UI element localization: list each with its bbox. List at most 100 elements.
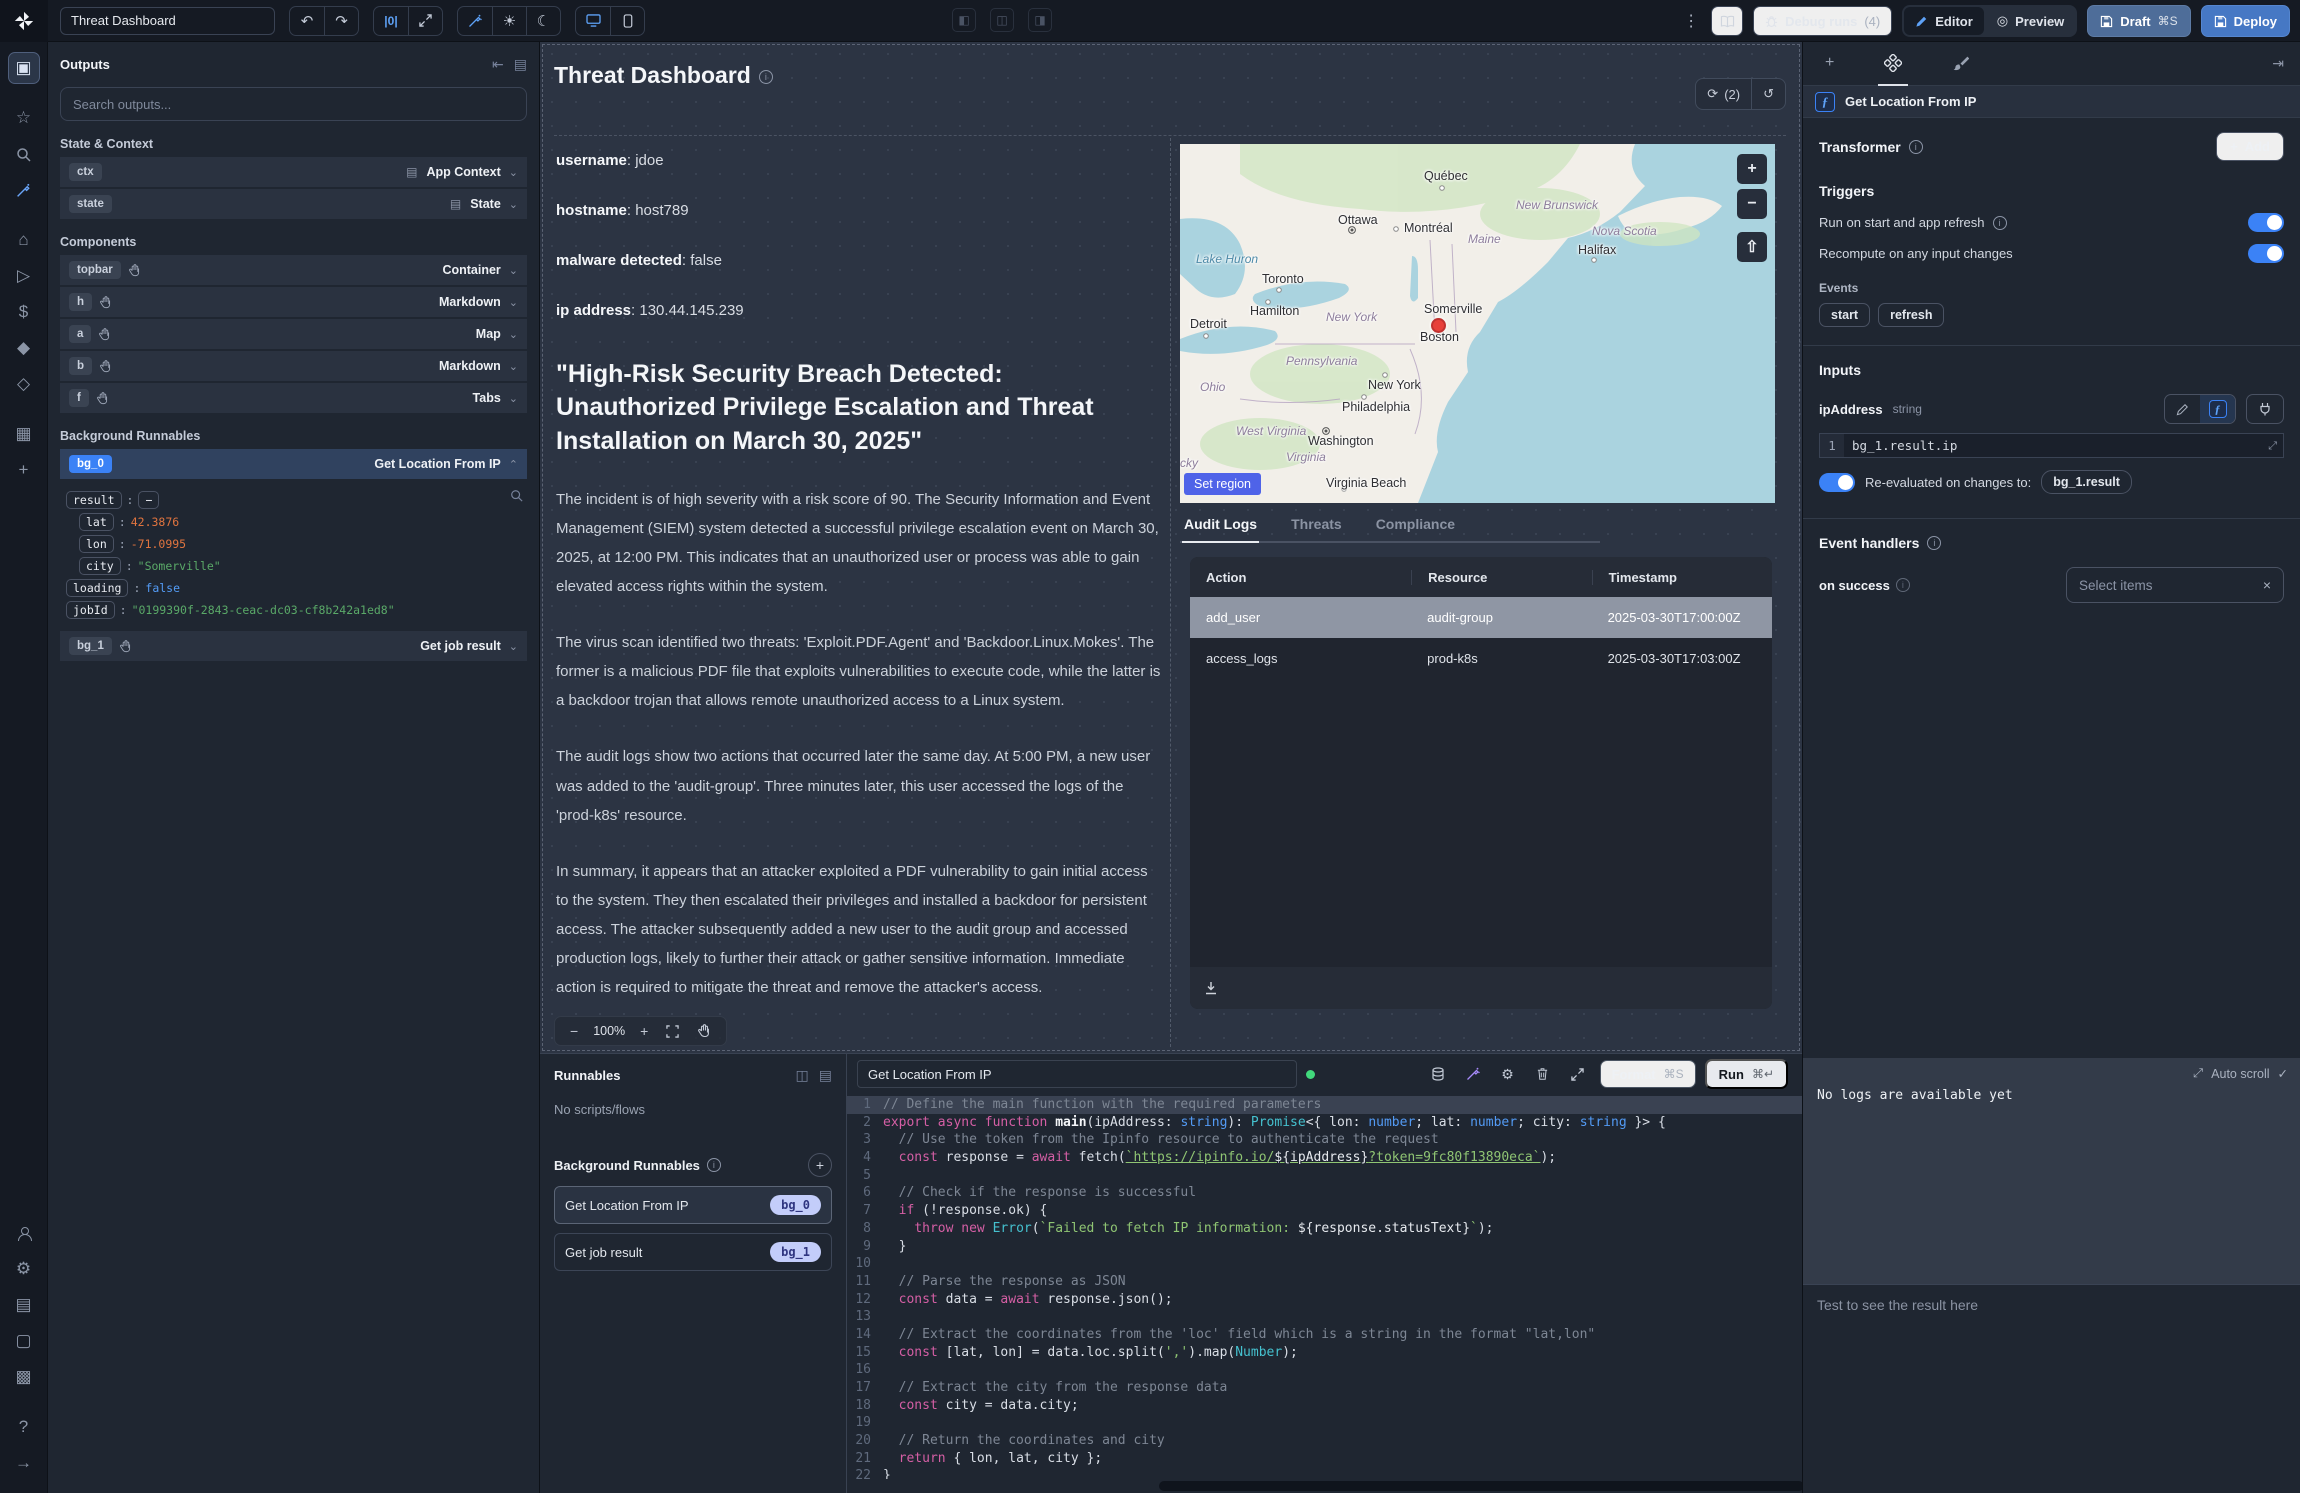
expression-mode-icon[interactable]: ƒ — [2200, 395, 2235, 423]
user-icon[interactable] — [8, 1217, 40, 1249]
markdown-fields-component[interactable]: username: jdoe hostname: host789 malware… — [556, 152, 1156, 352]
runs-icon[interactable]: ▷ — [8, 260, 40, 292]
deploy-button[interactable]: Deploy — [2201, 5, 2290, 37]
chevron-down-icon[interactable]: ⌄ — [509, 296, 518, 309]
select-pointer-icon[interactable] — [99, 360, 112, 373]
toggle-right-panel-icon[interactable]: ◨ — [1028, 8, 1052, 32]
zoom-out-button[interactable]: − — [563, 1023, 585, 1039]
format-button[interactable]: Format ⌘S — [1600, 1060, 1696, 1088]
reeval-toggle[interactable] — [1819, 473, 1855, 492]
tab[interactable]: Compliance — [1374, 508, 1457, 543]
windmill-logo[interactable] — [0, 0, 48, 42]
code-line[interactable]: 17 // Extract the city from the response… — [847, 1379, 1802, 1397]
on-success-select[interactable]: Select items × — [2066, 567, 2284, 603]
select-pointer-icon[interactable] — [99, 296, 112, 309]
output-row[interactable]: ctx ▤ App Context ⌄ — [60, 157, 527, 187]
script-name-input[interactable] — [857, 1060, 1297, 1088]
code-line[interactable]: 14 // Extract the coordinates from the '… — [847, 1326, 1802, 1344]
code-line[interactable]: 2 export async function main(ipAddress: … — [847, 1114, 1802, 1132]
tab[interactable]: Threats — [1289, 508, 1344, 543]
code-line[interactable]: 3 // Use the token from the Ipinfo resou… — [847, 1131, 1802, 1149]
code-line[interactable]: 18 const city = data.city; — [847, 1397, 1802, 1415]
connect-plug-icon[interactable] — [2246, 394, 2284, 424]
expand-editor-icon[interactable] — [1565, 1068, 1591, 1081]
preview-tab[interactable]: ◎ Preview — [1986, 7, 2076, 35]
style-tab[interactable] — [1946, 42, 1975, 86]
chevron-up-icon[interactable]: ⌃ — [509, 458, 518, 471]
home-icon[interactable]: ⌂ — [8, 224, 40, 256]
pan-hand-button[interactable] — [690, 1024, 718, 1038]
variables-icon[interactable]: $ — [8, 296, 40, 328]
panel-list-icon[interactable]: ▤ — [514, 56, 527, 73]
collapse-rail-icon[interactable]: → — [8, 1447, 40, 1479]
reeval-dependency-chip[interactable]: bg_1.result — [2041, 470, 2132, 494]
debug-runs-button[interactable]: Debug runs (4) — [1753, 6, 1892, 36]
refresh-button[interactable]: ⟳ (2) — [1696, 79, 1751, 109]
bg1-row[interactable]: bg_1 Get job result ⌄ — [60, 631, 527, 661]
table-row[interactable]: access_logs prod-k8s 2025-03-30T17:03:00… — [1190, 638, 1772, 679]
code-editor[interactable]: 1 // Define the main function with the r… — [847, 1096, 1802, 1479]
tree-row[interactable]: city : "Somerville" — [66, 555, 523, 577]
redo-button[interactable]: ↷ — [324, 7, 358, 35]
map-zoom-out-button[interactable]: − — [1737, 189, 1767, 219]
app-title-input[interactable] — [60, 7, 275, 35]
more-menu-icon[interactable]: ⋮ — [1681, 11, 1701, 31]
tree-row[interactable]: loading : false — [66, 577, 523, 599]
chevron-down-icon[interactable]: ⌄ — [509, 328, 518, 341]
component-row[interactable]: f Tabs ⌄ — [60, 383, 527, 413]
table-row[interactable]: add_user audit-group 2025-03-30T17:00:00… — [1190, 597, 1772, 638]
column-header[interactable]: Resource — [1411, 570, 1591, 585]
settings-icon[interactable]: ⚙ — [8, 1253, 40, 1285]
recompute-toggle[interactable] — [2248, 244, 2284, 263]
horizontal-scrollbar[interactable] — [1159, 1481, 1804, 1491]
favorites-icon[interactable]: ☆ — [8, 102, 40, 134]
collapse-right-panel-icon[interactable]: ⇥ — [2272, 55, 2284, 72]
app-editor-rail-icon[interactable]: ▣ — [8, 52, 40, 84]
code-line[interactable]: 4 const response = await fetch(`https://… — [847, 1149, 1802, 1167]
bg0-row[interactable]: bg_0 Get Location From IP ⌃ — [60, 449, 527, 479]
app-canvas[interactable]: Threat Dashboard i ⟳ (2) ↺ username: jdo… — [540, 42, 1802, 1053]
chevron-down-icon[interactable]: ⌄ — [509, 360, 518, 373]
add-transformer-button[interactable]: +Add — [2216, 132, 2284, 161]
expand-canvas-button[interactable] — [408, 7, 442, 35]
folders-icon[interactable]: ▢ — [8, 1325, 40, 1357]
component-settings-tab[interactable] — [1878, 42, 1908, 86]
autoscroll-check-icon[interactable]: ✓ — [2278, 1066, 2288, 1081]
code-line[interactable]: 11 // Parse the response as JSON — [847, 1273, 1802, 1291]
ai-wand-button[interactable] — [458, 7, 492, 35]
code-line[interactable]: 1 // Define the main function with the r… — [847, 1096, 1802, 1114]
search-outputs-input[interactable] — [60, 87, 527, 121]
workspace-icon[interactable]: ▤ — [8, 1289, 40, 1321]
column-header[interactable]: Action — [1190, 570, 1411, 585]
chevron-down-icon[interactable]: ⌄ — [509, 392, 518, 405]
output-row[interactable]: state ▤ State ⌄ — [60, 189, 527, 219]
code-line[interactable]: 19 — [847, 1414, 1802, 1432]
apps-grid-icon[interactable]: ▩ — [8, 1361, 40, 1393]
set-region-button[interactable]: Set region — [1184, 473, 1261, 495]
toggle-bottom-panel-icon[interactable]: ◫ — [990, 8, 1014, 32]
static-mode-icon[interactable] — [2165, 395, 2200, 423]
delete-icon[interactable] — [1530, 1067, 1556, 1081]
component-row[interactable]: b Markdown ⌄ — [60, 351, 527, 381]
runnable-item[interactable]: Get Location From IP bg_0 — [554, 1186, 832, 1224]
select-pointer-icon[interactable] — [98, 328, 111, 341]
code-line[interactable]: 6 // Check if the response is successful — [847, 1184, 1802, 1202]
toggle-left-panel-icon[interactable]: ◧ — [952, 8, 976, 32]
map-reset-region-button[interactable]: ⇧ — [1737, 232, 1767, 262]
component-row[interactable]: a Map ⌄ — [60, 319, 527, 349]
schedules-icon[interactable]: ◇ — [8, 368, 40, 400]
input-expression-field[interactable]: 1 bg_1.result.ip ⤢ — [1819, 433, 2284, 458]
tree-search-icon[interactable] — [510, 489, 523, 502]
code-line[interactable]: 12 const data = await response.json(); — [847, 1291, 1802, 1309]
markdown-report-component[interactable]: "High-Risk Security Breach Detected: Una… — [556, 358, 1164, 1002]
calendar-icon[interactable]: ▦ — [8, 418, 40, 450]
map-component[interactable]: Québec Ottawa Montréal New Brunswick Nov… — [1180, 144, 1775, 503]
code-line[interactable]: 7 if (!response.ok) { — [847, 1202, 1802, 1220]
run-button[interactable]: Run ⌘↵ — [1705, 1059, 1788, 1089]
draft-button[interactable]: Draft ⌘S — [2087, 5, 2190, 37]
collapse-node-icon[interactable]: − — [138, 491, 159, 509]
insert-component-tab[interactable]: + — [1819, 42, 1840, 86]
help-icon[interactable]: ? — [8, 1411, 40, 1443]
expand-expression-icon[interactable]: ⤢ — [2268, 439, 2277, 453]
component-row[interactable]: topbar Container ⌄ — [60, 255, 527, 285]
